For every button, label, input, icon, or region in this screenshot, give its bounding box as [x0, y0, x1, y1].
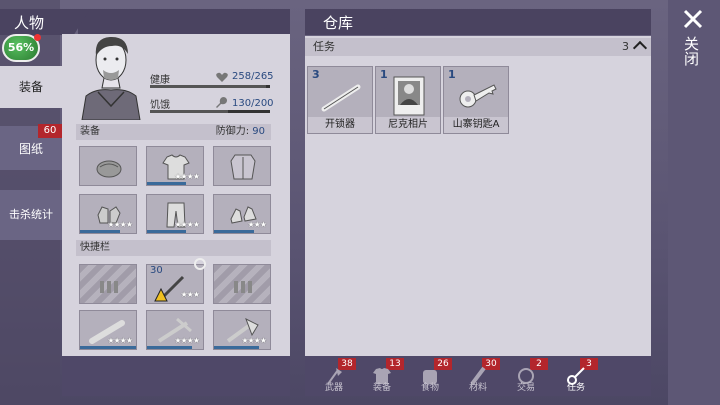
- hunger-bar: [150, 110, 270, 113]
- defense-label: 防御力:: [215, 126, 250, 137]
- key-icon: [459, 84, 497, 108]
- durability-bar: [80, 230, 121, 233]
- durability-bar: [214, 346, 259, 349]
- equip-slot-body[interactable]: ★★★★: [146, 146, 204, 186]
- durability-bar: [147, 346, 192, 349]
- equip-slot-outer[interactable]: [213, 146, 271, 186]
- tab-trade[interactable]: 2 交易: [502, 358, 550, 396]
- tab-label: 武器: [324, 383, 343, 393]
- tab-equipment[interactable]: 13 装备: [358, 358, 406, 396]
- quick-slot-empty[interactable]: [213, 264, 271, 304]
- equip-slot-hands[interactable]: ★★★★: [79, 194, 137, 234]
- quick-slot-screwdriver[interactable]: 30 ★★★: [146, 258, 206, 304]
- tab-equipment-label: 装备: [18, 80, 43, 94]
- cap-icon: [96, 160, 122, 178]
- blueprints-badge: 60: [38, 124, 62, 138]
- drumstick-icon: [216, 97, 227, 108]
- tab-label: 材料: [468, 383, 487, 393]
- rating-stars: ★★★★: [174, 172, 200, 181]
- tab-blueprints-label: 图纸: [18, 142, 43, 156]
- heart-icon: [216, 72, 228, 82]
- reload-icon: [194, 258, 206, 270]
- tab-tasks[interactable]: 3 任务: [552, 358, 600, 396]
- tab-label: 食物: [420, 383, 439, 393]
- tab-equipment[interactable]: 装备: [0, 66, 62, 108]
- hunger-label: 饥饿: [150, 100, 170, 111]
- rating-stars: ★★★: [180, 290, 199, 299]
- tab-kill-stats[interactable]: 击杀统计: [0, 190, 62, 240]
- health-label: 健康: [150, 75, 170, 86]
- tab-label: 任务: [566, 383, 585, 393]
- equip-slot-head[interactable]: [79, 146, 137, 186]
- item-name: 尼克相片: [376, 117, 440, 133]
- warehouse-title: 仓库: [323, 14, 354, 32]
- item-qty: 1: [448, 68, 456, 81]
- category-count: 3: [622, 40, 629, 53]
- close-label[interactable]: 关闭: [682, 36, 700, 66]
- rating-stars: ★★★★: [107, 220, 133, 229]
- character-portrait: [81, 36, 141, 120]
- photo-icon: [393, 76, 425, 116]
- item-nick-photo[interactable]: 1 尼克相片: [375, 66, 441, 134]
- warehouse-header-bar: [380, 9, 651, 35]
- equipment-section-label: 装备: [80, 126, 100, 137]
- durability-bar: [147, 182, 187, 185]
- quick-slot-empty[interactable]: [79, 264, 137, 304]
- quickbar-label: 快捷栏: [80, 242, 110, 253]
- durability-bar: [214, 230, 255, 233]
- item-qty: 3: [312, 68, 320, 81]
- notification-dot: [34, 34, 41, 41]
- equipment-section-header: 装备 防御力: 90: [76, 124, 271, 140]
- tab-kill-stats-label: 击杀统计: [9, 208, 53, 221]
- coat-icon: [230, 154, 256, 180]
- item-fake-key-a[interactable]: 1 山寨钥匙A: [443, 66, 509, 134]
- quick-slot-bat[interactable]: ★★★★: [79, 310, 137, 350]
- equip-slot-legs[interactable]: ★★★★: [146, 194, 204, 234]
- tab-label: 交易: [516, 383, 535, 393]
- category-label: 任务: [313, 40, 335, 53]
- warehouse-category-header[interactable]: 任务 3: [305, 38, 651, 56]
- tab-materials[interactable]: 30 材料: [454, 358, 502, 396]
- character-panel-footer: [62, 356, 290, 396]
- quick-slot-axe[interactable]: ★★★★: [213, 310, 271, 350]
- rating-stars: ★★★★: [174, 336, 200, 345]
- tab-food[interactable]: 26 食物: [406, 358, 454, 396]
- tab-label: 装备: [372, 383, 391, 393]
- rating-stars: ★★★★: [174, 220, 200, 229]
- item-qty: 1: [380, 68, 388, 81]
- equip-slot-feet[interactable]: ★★★: [213, 194, 271, 234]
- item-lockpick[interactable]: 3 开锁器: [307, 66, 373, 134]
- character-title: 人物: [14, 14, 45, 32]
- defense-value: 90: [252, 126, 265, 137]
- quick-slot-crossbow[interactable]: ★★★★: [146, 310, 204, 350]
- health-bar: [150, 85, 270, 88]
- durability-bar: [80, 346, 136, 349]
- lockpick-icon: [321, 84, 361, 112]
- hunger-value: 130/200: [232, 98, 274, 109]
- item-name: 开锁器: [308, 117, 372, 133]
- defense-stat: 防御力: 90: [216, 124, 265, 140]
- empty-slot-icon: [234, 281, 252, 293]
- empty-slot-icon: [100, 281, 118, 293]
- health-value: 258/265: [232, 71, 274, 82]
- quickbar-section-header: 快捷栏: [76, 240, 271, 256]
- durability-bar: [147, 230, 187, 233]
- close-icon[interactable]: [682, 8, 704, 30]
- rating-stars: ★★★★: [107, 336, 133, 345]
- rating-stars: ★★★★: [241, 336, 267, 345]
- item-name: 山寨钥匙A: [444, 117, 508, 133]
- chevron-up-icon[interactable]: [632, 40, 648, 56]
- rating-stars: ★★★: [247, 220, 266, 229]
- tab-weapons[interactable]: 38 武器: [310, 358, 358, 396]
